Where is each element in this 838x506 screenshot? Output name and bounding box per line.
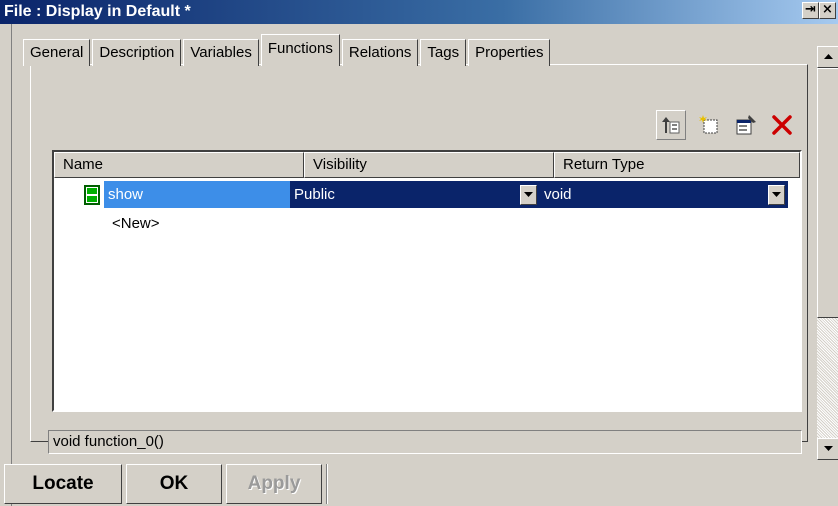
bottom-button-bar: Locate OK Apply [4,464,328,506]
vertical-scrollbar[interactable] [816,46,838,460]
tab-properties[interactable]: Properties [468,39,551,66]
visibility-dropdown-button[interactable] [520,184,537,205]
return-type-cell[interactable]: void [540,181,788,208]
properties-icon[interactable] [734,113,758,137]
table-row[interactable]: show Public void [54,180,800,209]
function-icon [84,184,104,205]
chevron-down-icon [772,191,781,197]
scroll-up-button[interactable] [817,46,838,68]
dialog-window: File : Display in Default * ⇥ × General … [0,0,838,506]
title-buttons: ⇥ × [802,2,836,19]
locate-button[interactable]: Locate [4,464,122,504]
visibility-cell[interactable]: Public [290,181,540,208]
apply-button[interactable]: Apply [226,464,322,504]
tab-strip: General Description Variables Functions … [23,34,552,66]
chevron-down-icon [823,446,833,451]
tab-general[interactable]: General [23,39,91,66]
tab-functions[interactable]: Functions [260,34,340,66]
new-function-cell[interactable]: <New> [108,210,160,237]
new-item-icon[interactable] [698,113,722,137]
table-row[interactable]: <New> [54,209,800,238]
button-divider [326,464,328,504]
functions-grid[interactable]: Name Visibility Return Type show Public [52,150,802,412]
function-signature-field: void function_0() [48,430,802,454]
return-type-value: void [544,186,572,203]
column-header-visibility[interactable]: Visibility [304,152,554,178]
ok-button[interactable]: OK [126,464,222,504]
visibility-value: Public [294,186,335,203]
scroll-thumb[interactable] [817,68,838,318]
delete-icon[interactable] [770,113,794,137]
tab-tags[interactable]: Tags [420,39,467,66]
window-title: File : Display in Default * [4,3,191,20]
chevron-up-icon [823,54,833,59]
close-icon[interactable]: × [819,2,836,19]
column-header-name[interactable]: Name [54,152,304,178]
left-dock-edge [0,24,12,506]
column-header-return-type[interactable]: Return Type [554,152,800,178]
chevron-down-icon [524,191,533,197]
functions-toolbar [656,110,794,140]
pin-icon[interactable]: ⇥ [802,2,819,19]
tab-description[interactable]: Description [92,39,182,66]
scroll-down-button[interactable] [817,438,838,460]
function-name-cell[interactable]: show [104,181,290,208]
title-bar[interactable]: File : Display in Default * ⇥ × [0,0,838,24]
tab-variables[interactable]: Variables [183,39,259,66]
return-type-dropdown-button[interactable] [768,184,785,205]
move-up-icon[interactable] [656,110,686,140]
tab-relations[interactable]: Relations [341,39,419,66]
scroll-track[interactable] [817,318,838,438]
grid-header: Name Visibility Return Type [54,152,800,178]
